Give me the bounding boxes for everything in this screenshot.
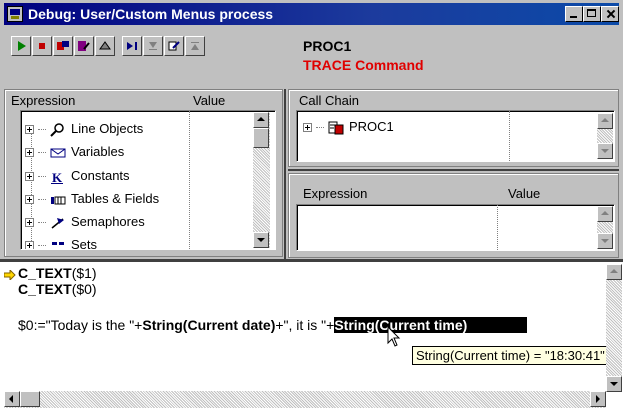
scroll-up-button[interactable] bbox=[597, 113, 613, 129]
scroll-up-button[interactable] bbox=[606, 264, 622, 280]
watch-scrollbar[interactable] bbox=[597, 206, 613, 249]
expand-icon[interactable] bbox=[25, 148, 34, 158]
scroll-left-button[interactable] bbox=[4, 391, 20, 407]
step-into-button[interactable] bbox=[74, 36, 94, 56]
expand-icon[interactable] bbox=[25, 172, 34, 182]
step-out-button[interactable] bbox=[122, 36, 142, 56]
variables-icon bbox=[50, 146, 66, 160]
trace-icon bbox=[57, 41, 69, 50]
sets-icon bbox=[50, 239, 66, 249]
tree-item-line-objects[interactable]: Line Objects bbox=[25, 119, 143, 139]
goto-cursor-button[interactable] bbox=[143, 36, 163, 56]
magnifier-icon bbox=[50, 122, 66, 137]
close-button[interactable] bbox=[601, 6, 619, 22]
trace-button[interactable] bbox=[53, 36, 73, 56]
watch-value-header[interactable]: Value bbox=[508, 186, 540, 201]
semaphore-icon bbox=[50, 216, 66, 230]
vertical-splitter[interactable] bbox=[284, 89, 286, 259]
scroll-up-button[interactable] bbox=[253, 112, 269, 128]
scroll-down-button[interactable] bbox=[597, 233, 613, 249]
expression-column-header[interactable]: Expression bbox=[11, 93, 75, 108]
expression-list[interactable]: Line Objects Variables K Constants Tables… bbox=[20, 110, 276, 250]
maximize-button[interactable] bbox=[583, 6, 601, 22]
process-name: PROC1 bbox=[303, 38, 352, 54]
editor-icon bbox=[168, 41, 180, 51]
call-chain-item[interactable]: PROC1 bbox=[303, 117, 394, 137]
window-title: Debug: User/Custom Menus process bbox=[28, 6, 274, 22]
app-icon[interactable] bbox=[7, 6, 23, 22]
call-chain-label: PROC1 bbox=[349, 119, 394, 134]
tree-item-label: Line Objects bbox=[71, 121, 144, 136]
source-editor[interactable]: C_TEXT($1) C_TEXT($0) $0:="Today is the … bbox=[18, 265, 606, 387]
tree-item-label: Variables bbox=[71, 144, 125, 159]
step-out-icon bbox=[127, 42, 137, 50]
expression-scrollbar[interactable] bbox=[253, 112, 270, 248]
tree-item-label: Tables & Fields bbox=[71, 191, 160, 206]
watch-list[interactable] bbox=[296, 204, 615, 251]
expand-icon[interactable] bbox=[25, 241, 34, 249]
abort-button[interactable] bbox=[32, 36, 52, 56]
expand-icon[interactable] bbox=[25, 195, 34, 205]
step-over-icon bbox=[99, 41, 111, 50]
mouse-pointer-icon bbox=[387, 325, 401, 351]
up-level-button[interactable] bbox=[185, 36, 205, 56]
expand-icon[interactable] bbox=[25, 125, 34, 135]
tree-item-tables-fields[interactable]: Tables & Fields bbox=[25, 189, 159, 209]
scroll-thumb[interactable] bbox=[20, 391, 40, 407]
watch-expression-header[interactable]: Expression bbox=[303, 186, 367, 201]
expand-icon[interactable] bbox=[25, 218, 34, 228]
value-tooltip: String(Current time) = "18:30:41" bbox=[412, 346, 609, 365]
source-vscrollbar[interactable] bbox=[606, 264, 622, 392]
tree-item-label: Semaphores bbox=[71, 214, 145, 229]
tree-item-variables[interactable]: Variables bbox=[25, 142, 124, 162]
svg-text:K: K bbox=[52, 170, 63, 184]
tables-icon bbox=[50, 193, 66, 207]
debugger-window: Debug: User/Custom Menus process PROC1 T… bbox=[0, 0, 623, 410]
trace-command-label: TRACE Command bbox=[303, 57, 424, 73]
tree-item-label: Constants bbox=[71, 168, 130, 183]
code-line-2[interactable]: C_TEXT($0) bbox=[18, 281, 97, 297]
scroll-thumb[interactable] bbox=[253, 128, 269, 148]
step-into-icon bbox=[78, 41, 90, 51]
expand-icon[interactable] bbox=[303, 123, 312, 133]
call-chain-scrollbar[interactable] bbox=[597, 113, 613, 159]
constants-icon: K bbox=[50, 170, 66, 185]
editor-button[interactable] bbox=[164, 36, 184, 56]
call-chain-list[interactable]: PROC1 bbox=[296, 110, 615, 162]
scroll-down-button[interactable] bbox=[597, 143, 613, 159]
tree-item-constants[interactable]: K Constants bbox=[25, 166, 130, 186]
minimize-button[interactable] bbox=[565, 6, 583, 22]
goto-cursor-icon bbox=[149, 42, 157, 50]
scroll-up-button[interactable] bbox=[597, 206, 613, 222]
procedure-icon bbox=[328, 121, 344, 135]
column-divider bbox=[189, 111, 190, 249]
step-over-button[interactable] bbox=[95, 36, 115, 56]
tree-item-sets[interactable]: Sets bbox=[25, 235, 98, 250]
column-divider bbox=[497, 205, 498, 250]
title-bar[interactable]: Debug: User/Custom Menus process bbox=[4, 3, 619, 25]
tree-item-label: Sets bbox=[71, 237, 98, 250]
scroll-down-button[interactable] bbox=[253, 232, 269, 248]
source-hscrollbar[interactable] bbox=[4, 391, 606, 408]
scroll-right-button[interactable] bbox=[590, 391, 606, 407]
call-chain-header: Call Chain bbox=[299, 93, 359, 108]
code-line-3[interactable]: $0:="Today is the "+String(Current date)… bbox=[18, 317, 528, 333]
code-line-1[interactable]: C_TEXT($1) bbox=[18, 265, 97, 281]
up-level-icon bbox=[191, 42, 199, 50]
value-column-header[interactable]: Value bbox=[193, 93, 225, 108]
run-button[interactable] bbox=[11, 36, 31, 56]
scroll-down-button[interactable] bbox=[606, 376, 622, 392]
current-line-arrow-icon bbox=[3, 268, 16, 283]
right-splitter[interactable] bbox=[288, 169, 619, 171]
tree-item-semaphores[interactable]: Semaphores bbox=[25, 212, 145, 232]
column-divider bbox=[509, 111, 510, 161]
